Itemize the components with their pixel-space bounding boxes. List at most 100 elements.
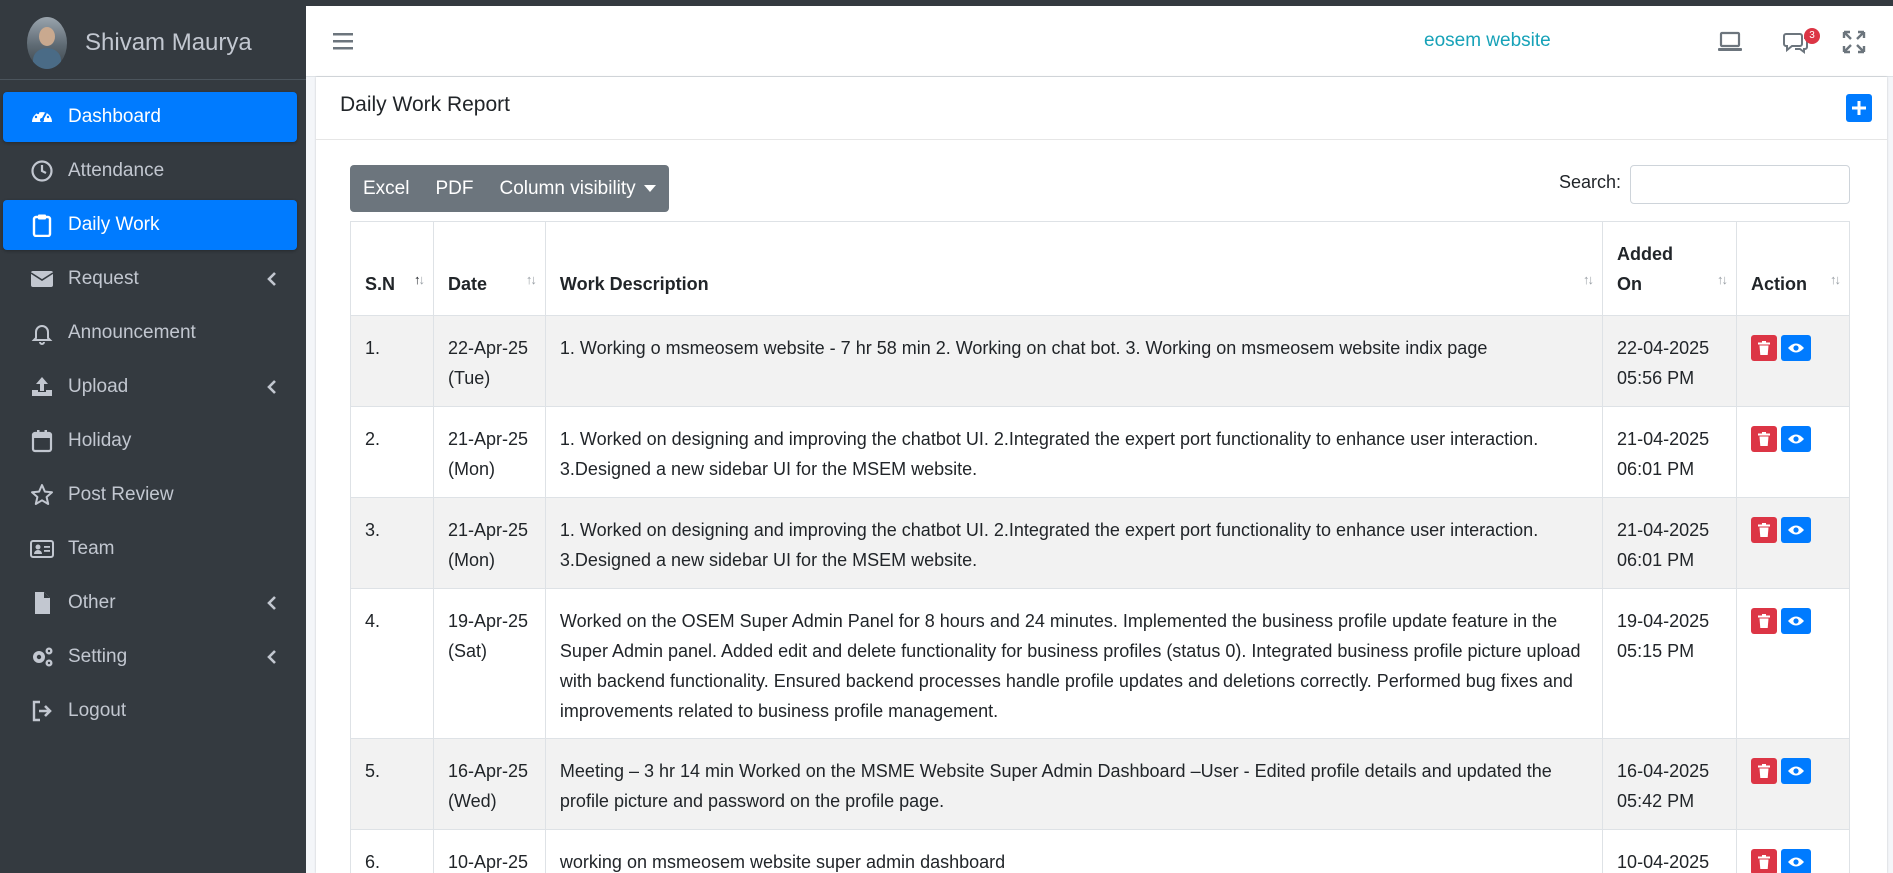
table-row: 2. 21-Apr-25 (Mon) 1. Worked on designing a… xyxy=(350,406,1850,498)
sidebar-item-label: Post Review xyxy=(68,484,174,505)
trash-icon xyxy=(1758,855,1770,869)
cell-action xyxy=(1736,588,1850,739)
gears-icon xyxy=(29,644,55,670)
upload-icon xyxy=(29,374,55,400)
eye-icon xyxy=(1788,766,1804,776)
cell-date: 22-Apr-25 (Tue) xyxy=(432,315,546,407)
sidebar-item-attendance[interactable]: Attendance xyxy=(3,146,297,196)
avatar xyxy=(27,16,67,69)
eye-icon xyxy=(1788,434,1804,444)
delete-button[interactable] xyxy=(1751,608,1777,634)
cell-sn: 6. xyxy=(350,829,434,873)
sidebar-item-setting[interactable]: Setting xyxy=(3,632,297,682)
eye-icon xyxy=(1788,616,1804,626)
cell-added-on: 21-04-2025 06:01 PM xyxy=(1602,497,1737,589)
cell-added-on: 10-04-2025 xyxy=(1602,829,1737,873)
cell-description: working on msmeosem website super admin … xyxy=(544,829,1604,873)
sidebar-item-label: Dashboard xyxy=(68,106,161,127)
sort-icon: ↑↓ xyxy=(1717,272,1728,287)
search-label: Search: xyxy=(1559,172,1622,192)
trash-icon xyxy=(1758,341,1770,355)
plus-icon xyxy=(1852,101,1866,115)
delete-button[interactable] xyxy=(1751,849,1777,873)
column-header-date[interactable]: Date ↑↓ xyxy=(432,221,546,316)
cell-action xyxy=(1736,497,1850,589)
cell-sn: 5. xyxy=(350,738,434,830)
clipboard-icon xyxy=(29,212,55,238)
sidebar-item-upload[interactable]: Upload xyxy=(3,362,297,412)
trash-icon xyxy=(1758,432,1770,446)
chevron-left-icon xyxy=(267,272,276,286)
sort-icon: ↑↓ xyxy=(525,272,537,287)
export-button-group: Excel PDF Column visibility xyxy=(350,165,669,212)
sidebar-item-team[interactable]: Team xyxy=(3,524,297,574)
cell-action xyxy=(1736,315,1850,407)
sidebar-item-holiday[interactable]: Holiday xyxy=(3,416,297,466)
chevron-left-icon xyxy=(267,650,276,664)
column-visibility-button[interactable]: Column visibility xyxy=(486,178,668,200)
cell-date: 10-Apr-25 xyxy=(432,829,546,873)
sidebar-item-label: Other xyxy=(68,592,116,613)
laptop-icon[interactable] xyxy=(1716,28,1744,56)
clock-icon xyxy=(29,158,55,184)
view-button[interactable] xyxy=(1781,758,1811,784)
website-link[interactable]: eosem website xyxy=(1424,30,1551,52)
search-input[interactable] xyxy=(1630,165,1850,204)
user-panel[interactable]: Shivam Maurya xyxy=(0,6,306,80)
sidebar-item-logout[interactable]: Logout xyxy=(3,686,297,736)
hamburger-menu-icon[interactable] xyxy=(332,30,354,52)
view-button[interactable] xyxy=(1781,517,1811,543)
column-header-sn[interactable]: S.N ↑↓ xyxy=(350,221,434,316)
view-button[interactable] xyxy=(1781,849,1811,873)
column-header-added-on[interactable]: Added On ↑↓ xyxy=(1602,221,1737,316)
column-header-action[interactable]: Action ↑↓ xyxy=(1736,221,1850,316)
sort-asc-icon: ↑↓ xyxy=(413,272,425,287)
delete-button[interactable] xyxy=(1751,758,1777,784)
cell-added-on: 21-04-2025 06:01 PM xyxy=(1602,406,1737,498)
chevron-left-icon xyxy=(267,596,276,610)
sidebar-item-label: Setting xyxy=(68,646,128,667)
view-button[interactable] xyxy=(1781,608,1811,634)
envelope-icon xyxy=(29,266,55,292)
add-report-button[interactable] xyxy=(1846,94,1872,122)
sort-icon: ↑↓ xyxy=(1583,272,1594,287)
cell-description: 1. Working o msmeosem website - 7 hr 58 … xyxy=(544,315,1604,407)
sidebar-item-label: Attendance xyxy=(68,160,165,181)
column-header-description[interactable]: Work Description ↑↓ xyxy=(544,221,1604,316)
pdf-button[interactable]: PDF xyxy=(422,178,486,200)
eye-icon xyxy=(1788,343,1804,353)
sidebar-item-other[interactable]: Other xyxy=(3,578,297,628)
sidebar-item-request[interactable]: Request xyxy=(3,254,297,304)
cell-action xyxy=(1736,738,1850,830)
view-button[interactable] xyxy=(1781,426,1811,452)
sidebar-item-dashboard[interactable]: Dashboard xyxy=(3,92,297,142)
cell-description: 1. Worked on designing and improving the… xyxy=(544,406,1604,498)
trash-icon xyxy=(1758,764,1770,778)
trash-icon xyxy=(1758,523,1770,537)
cell-date: 16-Apr-25 (Wed) xyxy=(432,738,546,830)
sidebar-item-label: Announcement xyxy=(68,322,196,343)
daily-work-table: S.N ↑↓ Date ↑↓ Work Description ↑↓ Added On ↑… xyxy=(350,221,1850,873)
excel-button[interactable]: Excel xyxy=(350,178,422,200)
cell-description: 1. Worked on designing and improving the… xyxy=(544,497,1604,589)
cell-action xyxy=(1736,829,1850,873)
sidebar-item-announcement[interactable]: Announcement xyxy=(3,308,297,358)
file-icon xyxy=(29,590,55,616)
delete-button[interactable] xyxy=(1751,517,1777,543)
cell-date: 21-Apr-25 (Mon) xyxy=(432,406,546,498)
cell-description: Meeting – 3 hr 14 min Worked on the MSME… xyxy=(544,738,1604,830)
delete-button[interactable] xyxy=(1751,335,1777,361)
logout-icon xyxy=(29,698,55,724)
calendar-icon xyxy=(29,428,55,454)
sidebar-item-post-review[interactable]: Post Review xyxy=(3,470,297,520)
table-row: 4. 19-Apr-25 (Sat) Worked on the OSEM Super… xyxy=(350,588,1850,739)
table-row: 6. 10-Apr-25 working on msmeosem website s… xyxy=(350,829,1850,873)
caret-down-icon xyxy=(643,184,656,192)
sidebar-item-daily-work[interactable]: Daily Work xyxy=(3,200,297,250)
table-header-row: S.N ↑↓ Date ↑↓ Work Description ↑↓ Added On ↑… xyxy=(350,221,1850,316)
delete-button[interactable] xyxy=(1751,426,1777,452)
view-button[interactable] xyxy=(1781,335,1811,361)
fullscreen-icon[interactable] xyxy=(1840,28,1868,56)
gauge-icon xyxy=(29,104,55,130)
sidebar: Shivam Maurya Dashboard Attendance Daily W… xyxy=(0,6,306,873)
